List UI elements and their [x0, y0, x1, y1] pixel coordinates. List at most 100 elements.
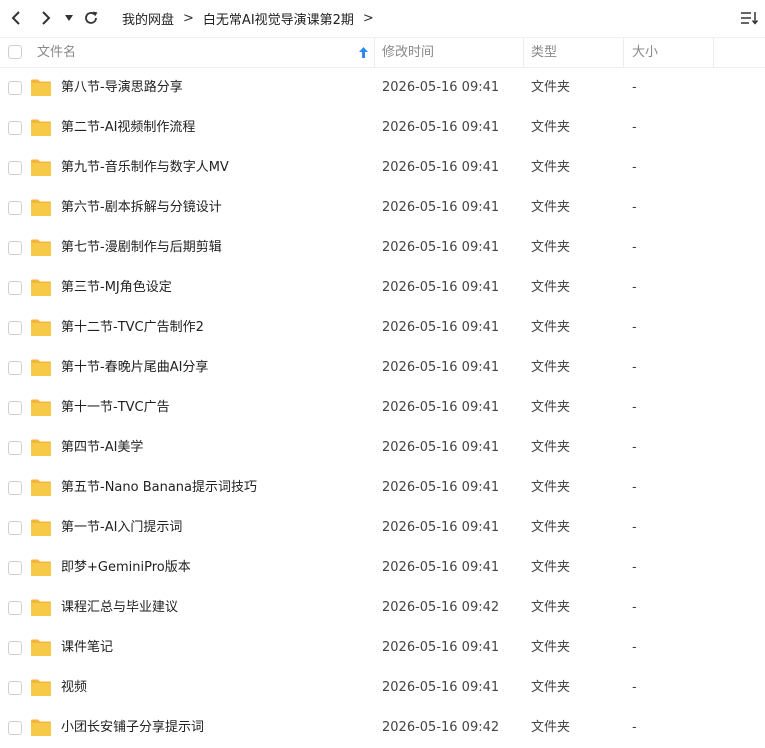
column-name-header[interactable]: 文件名 — [37, 38, 76, 67]
file-type: 文件夹 — [531, 200, 571, 215]
column-type-header[interactable]: 类型 — [531, 38, 557, 67]
file-name[interactable]: 第十一节-TVC广告 — [61, 388, 170, 428]
history-dropdown-button[interactable] — [61, 8, 77, 28]
file-size: - — [632, 480, 637, 495]
file-size: - — [632, 680, 637, 695]
dropdown-triangle-icon — [65, 15, 73, 21]
table-row[interactable]: 第二节-AI视频制作流程 2026-05-16 09:41 文件夹 - — [0, 108, 765, 148]
file-name[interactable]: 第二节-AI视频制作流程 — [61, 108, 195, 148]
file-name[interactable]: 第十节-春晚片尾曲AI分享 — [61, 348, 208, 388]
breadcrumb-root[interactable]: 我的网盘 — [122, 9, 174, 28]
file-size: - — [632, 600, 637, 615]
table-row[interactable]: 第一节-AI入门提示词 2026-05-16 09:41 文件夹 - — [0, 508, 765, 548]
refresh-button[interactable] — [81, 8, 101, 28]
file-size: - — [632, 440, 637, 455]
row-checkbox[interactable] — [8, 241, 22, 255]
file-name[interactable]: 视频 — [61, 668, 87, 708]
column-divider[interactable] — [623, 38, 624, 67]
file-name[interactable]: 第三节-MJ角色设定 — [61, 268, 172, 308]
column-divider[interactable] — [374, 38, 375, 67]
row-checkbox[interactable] — [8, 361, 22, 375]
file-name[interactable]: 即梦+GeminiPro版本 — [61, 548, 191, 588]
file-name[interactable]: 第五节-Nano Banana提示词技巧 — [61, 468, 257, 508]
row-checkbox[interactable] — [8, 601, 22, 615]
row-checkbox[interactable] — [8, 321, 22, 335]
column-divider[interactable] — [713, 38, 714, 67]
table-row[interactable]: 第七节-漫剧制作与后期剪辑 2026-05-16 09:41 文件夹 - — [0, 228, 765, 268]
row-checkbox[interactable] — [8, 681, 22, 695]
row-checkbox[interactable] — [8, 401, 22, 415]
forward-button[interactable] — [36, 8, 56, 28]
file-type: 文件夹 — [531, 240, 571, 255]
table-row[interactable]: 第四节-AI美学 2026-05-16 09:41 文件夹 - — [0, 428, 765, 468]
table-row[interactable]: 第八节-导演思路分享 2026-05-16 09:41 文件夹 - — [0, 68, 765, 108]
row-checkbox[interactable] — [8, 521, 22, 535]
row-checkbox[interactable] — [8, 561, 22, 575]
file-type: 文件夹 — [531, 320, 571, 335]
table-row[interactable]: 课程汇总与毕业建议 2026-05-16 09:42 文件夹 - — [0, 588, 765, 628]
file-size: - — [632, 280, 637, 295]
file-name[interactable]: 第九节-音乐制作与数字人MV — [61, 148, 229, 188]
folder-icon — [30, 438, 52, 457]
file-type: 文件夹 — [531, 360, 571, 375]
file-name[interactable]: 小团长安铺子分享提示词 — [61, 708, 204, 748]
table-row[interactable]: 第六节-剧本拆解与分镜设计 2026-05-16 09:41 文件夹 - — [0, 188, 765, 228]
column-divider[interactable] — [523, 38, 524, 67]
file-type: 文件夹 — [531, 520, 571, 535]
table-row[interactable]: 第五节-Nano Banana提示词技巧 2026-05-16 09:41 文件夹 - — [0, 468, 765, 508]
file-name[interactable]: 第四节-AI美学 — [61, 428, 143, 468]
file-size: - — [632, 520, 637, 535]
file-name[interactable]: 第十二节-TVC广告制作2 — [61, 308, 204, 348]
column-modified-header[interactable]: 修改时间 — [382, 38, 434, 67]
file-name[interactable]: 第七节-漫剧制作与后期剪辑 — [61, 228, 222, 268]
modified-time: 2026-05-16 09:41 — [382, 160, 500, 175]
table-row[interactable]: 第十二节-TVC广告制作2 2026-05-16 09:41 文件夹 - — [0, 308, 765, 348]
folder-icon — [30, 278, 52, 297]
folder-icon — [30, 718, 52, 737]
breadcrumb-expand[interactable]: > — [363, 11, 374, 26]
row-checkbox[interactable] — [8, 481, 22, 495]
row-checkbox[interactable] — [8, 721, 22, 735]
file-name[interactable]: 第六节-剧本拆解与分镜设计 — [61, 188, 222, 228]
table-row[interactable]: 第十一节-TVC广告 2026-05-16 09:41 文件夹 - — [0, 388, 765, 428]
file-name[interactable]: 课程汇总与毕业建议 — [61, 588, 178, 628]
row-checkbox[interactable] — [8, 441, 22, 455]
file-type: 文件夹 — [531, 600, 571, 615]
folder-icon — [30, 558, 52, 577]
sort-toggle-button[interactable] — [739, 8, 759, 28]
file-size: - — [632, 720, 637, 735]
file-size: - — [632, 120, 637, 135]
breadcrumb-current[interactable]: 白无常AI视觉导演课第2期 — [203, 9, 354, 28]
back-button[interactable] — [6, 8, 26, 28]
file-name[interactable]: 第八节-导演思路分享 — [61, 68, 183, 108]
refresh-icon — [85, 11, 98, 24]
file-type: 文件夹 — [531, 680, 571, 695]
select-all-checkbox[interactable] — [8, 45, 22, 59]
row-checkbox[interactable] — [8, 281, 22, 295]
file-type: 文件夹 — [531, 480, 571, 495]
sort-list-icon — [741, 12, 759, 25]
arrow-up-icon[interactable] — [359, 47, 368, 58]
table-row[interactable]: 即梦+GeminiPro版本 2026-05-16 09:41 文件夹 - — [0, 548, 765, 588]
file-name[interactable]: 课件笔记 — [61, 628, 113, 668]
file-size: - — [632, 80, 637, 95]
file-size: - — [632, 360, 637, 375]
table-row[interactable]: 小团长安铺子分享提示词 2026-05-16 09:42 文件夹 - — [0, 708, 765, 748]
folder-icon — [30, 158, 52, 177]
row-checkbox[interactable] — [8, 201, 22, 215]
modified-time: 2026-05-16 09:41 — [382, 320, 500, 335]
table-row[interactable]: 第三节-MJ角色设定 2026-05-16 09:41 文件夹 - — [0, 268, 765, 308]
table-row[interactable]: 视频 2026-05-16 09:41 文件夹 - — [0, 668, 765, 708]
modified-time: 2026-05-16 09:41 — [382, 200, 500, 215]
row-checkbox[interactable] — [8, 641, 22, 655]
modified-time: 2026-05-16 09:41 — [382, 120, 500, 135]
table-row[interactable]: 第十节-春晚片尾曲AI分享 2026-05-16 09:41 文件夹 - — [0, 348, 765, 388]
row-checkbox[interactable] — [8, 161, 22, 175]
column-size-header[interactable]: 大小 — [632, 38, 658, 67]
file-name[interactable]: 第一节-AI入门提示词 — [61, 508, 182, 548]
folder-icon — [30, 118, 52, 137]
table-row[interactable]: 第九节-音乐制作与数字人MV 2026-05-16 09:41 文件夹 - — [0, 148, 765, 188]
table-row[interactable]: 课件笔记 2026-05-16 09:41 文件夹 - — [0, 628, 765, 668]
row-checkbox[interactable] — [8, 81, 22, 95]
row-checkbox[interactable] — [8, 121, 22, 135]
